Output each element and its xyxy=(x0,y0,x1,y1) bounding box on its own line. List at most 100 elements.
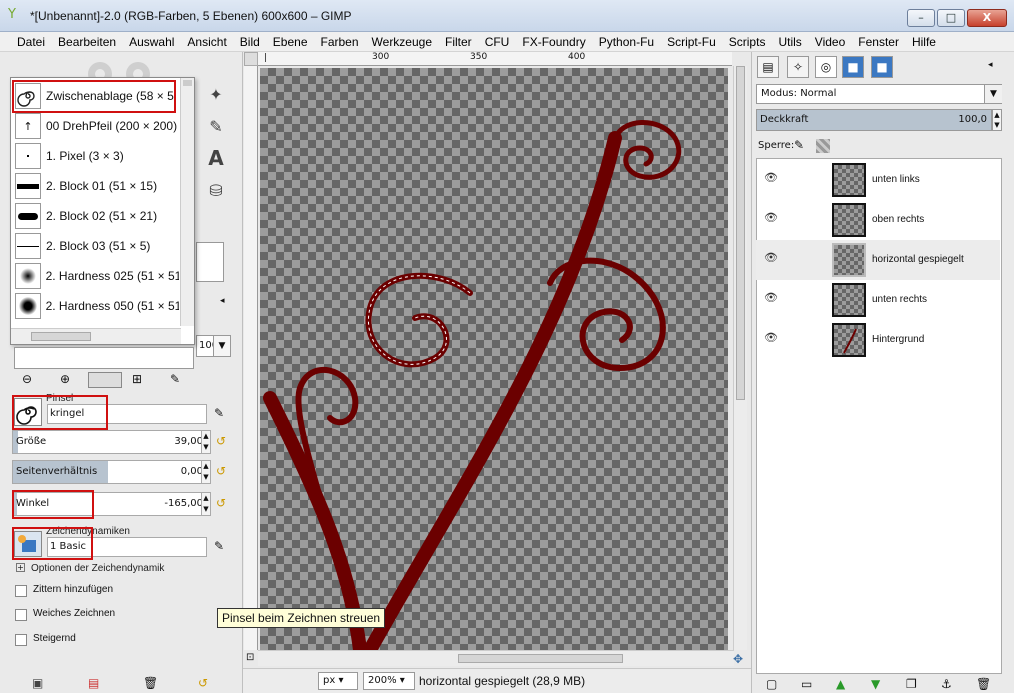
list-view-icon[interactable] xyxy=(88,372,122,388)
expander-icon[interactable]: + xyxy=(16,563,25,572)
brush-list-hscrollbar[interactable] xyxy=(11,328,181,344)
menu-python-fu[interactable]: Python-Fu xyxy=(599,35,654,49)
brush-item[interactable]: 2. Hardness 025 (51 × 51 xyxy=(15,262,179,290)
close-button[interactable]: X xyxy=(967,9,1007,27)
size-spinner[interactable]: ▲ ▼ xyxy=(201,430,211,454)
delete-options-icon[interactable]: 🗑 xyxy=(143,676,158,690)
brushes-tab-icon[interactable]: ◎ xyxy=(815,56,837,78)
size-slider[interactable]: Größe 39,00 xyxy=(12,430,210,454)
panel-menu-icon[interactable]: ◂ xyxy=(220,296,232,308)
brush-item[interactable]: 2. Hardness 050 (51 × 51 xyxy=(15,292,179,320)
menu-video[interactable]: Video xyxy=(815,35,845,49)
text-tool-icon[interactable]: A xyxy=(205,147,227,169)
quick-mask-corner[interactable] xyxy=(244,52,258,66)
layer-row[interactable]: 👁 unten links xyxy=(756,160,1000,200)
horizontal-ruler[interactable]: | 300 350 400 xyxy=(258,52,732,66)
menu-bild[interactable]: Bild xyxy=(240,35,260,49)
bucket-fill-icon[interactable]: ⛁ xyxy=(205,180,227,202)
pencil-tool-icon[interactable]: ✎ xyxy=(205,116,227,138)
edit-brush-icon[interactable]: ✎ xyxy=(170,372,180,386)
zoom-button-icon[interactable]: ⊡ xyxy=(246,652,254,663)
lock-alpha-icon[interactable] xyxy=(816,139,830,153)
lock-pixels-icon[interactable]: ✎ xyxy=(794,138,804,152)
mode-dropdown-icon[interactable]: ▼ xyxy=(984,85,1002,103)
menu-ansicht[interactable]: Ansicht xyxy=(187,35,226,49)
aspect-ratio-slider[interactable]: Seitenverhältnis 0,00 xyxy=(12,460,210,484)
menu-cfu[interactable]: CFU xyxy=(485,35,510,49)
vertical-scrollbar[interactable] xyxy=(733,66,747,650)
menu-bearbeiten[interactable]: Bearbeiten xyxy=(58,35,116,49)
image-canvas[interactable] xyxy=(260,68,728,650)
delete-layer-icon[interactable]: 🗑 xyxy=(976,677,991,691)
layer-opacity-slider[interactable]: Deckkraft 100,0 xyxy=(756,109,992,131)
brush-item[interactable]: 2. Block 02 (51 × 21) xyxy=(15,202,179,230)
dynamics-options-label[interactable]: Optionen der Zeichendynamik xyxy=(31,563,164,574)
new-layer-group-icon[interactable]: ▭ xyxy=(801,677,812,691)
brush-item[interactable]: 2. Block 03 (51 × 5) xyxy=(15,232,179,260)
visibility-eye-icon[interactable]: 👁 xyxy=(764,172,778,183)
reset-icon[interactable]: ↺ xyxy=(216,434,226,448)
anchor-layer-icon[interactable]: ⚓ xyxy=(941,677,952,691)
jitter-checkbox[interactable] xyxy=(15,585,27,597)
paths-tab-icon[interactable]: ✧ xyxy=(787,56,809,78)
brush-filter-input[interactable] xyxy=(14,347,194,369)
navigate-icon[interactable]: ✥ xyxy=(733,652,743,666)
unit-select[interactable]: px ▾ xyxy=(318,672,358,690)
visibility-eye-icon[interactable]: 👁 xyxy=(764,332,778,343)
reset-icon[interactable]: ↺ xyxy=(216,464,226,478)
menu-filter[interactable]: Filter xyxy=(445,35,472,49)
visibility-eye-icon[interactable]: 👁 xyxy=(764,292,778,303)
grid-view-icon[interactable]: ⊞ xyxy=(132,372,142,386)
minimize-button[interactable]: – xyxy=(907,9,935,27)
save-options-icon[interactable]: ▣ xyxy=(32,676,43,690)
brush-item[interactable]: ↑ 00 DrehPfeil (200 × 200) xyxy=(15,112,179,140)
menu-script-fu[interactable]: Script-Fu xyxy=(667,35,716,49)
visibility-eye-icon[interactable]: 👁 xyxy=(764,212,778,223)
zoom-in-icon[interactable]: ⊕ xyxy=(60,372,70,386)
edit-dynamics-icon[interactable]: ✎ xyxy=(214,539,224,553)
edit-brush-icon[interactable]: ✎ xyxy=(214,406,224,420)
menu-fx-foundry[interactable]: FX-Foundry xyxy=(522,35,585,49)
aspect-spinner[interactable]: ▲ ▼ xyxy=(201,460,211,484)
maximize-button[interactable]: □ xyxy=(937,9,965,27)
smooth-checkbox[interactable] xyxy=(15,609,27,621)
layer-row[interactable]: 👁 Hintergrund xyxy=(756,320,1000,360)
menu-utils[interactable]: Utils xyxy=(778,35,801,49)
layer-row[interactable]: 👁 oben rechts xyxy=(756,200,1000,240)
mode-select[interactable]: Modus: Normal xyxy=(756,84,1002,104)
brush-list-scrollbar[interactable] xyxy=(180,78,194,326)
menu-ebene[interactable]: Ebene xyxy=(273,35,308,49)
panel-menu-icon[interactable]: ◂ xyxy=(988,60,1000,72)
reset-options-icon[interactable]: ↺ xyxy=(198,676,208,690)
gradient-tab-icon[interactable]: ■ xyxy=(871,56,893,78)
menu-farben[interactable]: Farben xyxy=(321,35,359,49)
restore-options-icon[interactable]: ▤ xyxy=(88,676,99,690)
horizontal-scrollbar[interactable] xyxy=(258,650,734,666)
layer-row-selected[interactable]: 👁 horizontal gespiegelt xyxy=(756,240,1000,280)
lower-layer-icon[interactable]: ▼ xyxy=(871,677,880,691)
zoom-out-icon[interactable]: ⊖ xyxy=(22,372,32,386)
reset-icon[interactable]: ↺ xyxy=(216,496,226,510)
menu-werkzeuge[interactable]: Werkzeuge xyxy=(372,35,432,49)
dynamics-tab-icon[interactable]: ■ xyxy=(842,56,864,78)
brush-item[interactable]: 1. Pixel (3 × 3) xyxy=(15,142,179,170)
combo-dropdown-icon[interactable]: ▼ xyxy=(213,335,231,357)
incremental-checkbox[interactable] xyxy=(15,634,27,646)
angle-spinner[interactable]: ▲ ▼ xyxy=(201,492,211,516)
menu-fenster[interactable]: Fenster xyxy=(858,35,899,49)
opacity-spinner[interactable]: ▲ ▼ xyxy=(992,109,1002,131)
layers-tab-icon[interactable]: ▤ xyxy=(757,56,779,78)
fuzzy-select-icon[interactable]: ✦ xyxy=(205,84,227,106)
vertical-ruler[interactable] xyxy=(244,66,258,650)
visibility-eye-icon[interactable]: 👁 xyxy=(764,252,778,263)
new-layer-icon[interactable]: ▢ xyxy=(766,677,777,691)
brush-item[interactable]: 2. Block 01 (51 × 15) xyxy=(15,172,179,200)
menu-scripts[interactable]: Scripts xyxy=(729,35,766,49)
layer-row[interactable]: 👁 unten rechts xyxy=(756,280,1000,320)
menu-auswahl[interactable]: Auswahl xyxy=(129,35,174,49)
zoom-select[interactable]: 200% ▾ xyxy=(363,672,415,690)
menu-datei[interactable]: Datei xyxy=(17,35,45,49)
raise-layer-icon[interactable]: ▲ xyxy=(836,677,845,691)
duplicate-layer-icon[interactable]: ❐ xyxy=(906,677,917,691)
menu-hilfe[interactable]: Hilfe xyxy=(912,35,936,49)
